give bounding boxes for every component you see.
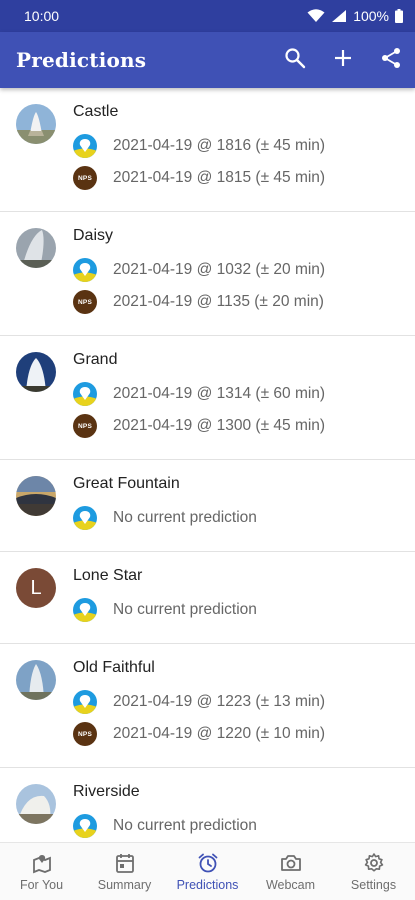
prediction-row: 2021-04-19 @ 1223 (± 13 min) bbox=[73, 686, 403, 718]
nav-predictions[interactable]: Predictions bbox=[166, 843, 249, 900]
search-button[interactable] bbox=[271, 36, 319, 84]
prediction-text: No current prediction bbox=[113, 601, 257, 618]
nps-icon: NPS bbox=[73, 166, 97, 190]
geyser-photo-old-faithful bbox=[16, 660, 56, 700]
nav-for-you[interactable]: For You bbox=[0, 843, 83, 900]
nps-icon: NPS bbox=[73, 290, 97, 314]
prediction-text: 2021-04-19 @ 1223 (± 13 min) bbox=[113, 693, 326, 710]
geyser-name: Grand bbox=[73, 351, 118, 368]
prediction-text: No current prediction bbox=[113, 509, 257, 526]
geyser-times-icon bbox=[73, 506, 97, 530]
geyser-name: Castle bbox=[73, 103, 119, 120]
signal-icon bbox=[331, 9, 347, 23]
nav-label: For You bbox=[19, 877, 64, 892]
geyser-times-icon bbox=[73, 258, 97, 282]
prediction-row: No current prediction bbox=[73, 502, 403, 534]
geyser-item-great-fountain[interactable]: Great Fountain No current prediction bbox=[0, 460, 415, 552]
geyser-photo-riverside bbox=[16, 784, 56, 824]
nav-label: Summary bbox=[97, 877, 152, 892]
prediction-list[interactable]: Castle 2021-04-19 @ 1816 (± 45 min) NPS … bbox=[0, 88, 415, 842]
wifi-icon bbox=[307, 9, 325, 23]
geyser-item-daisy[interactable]: Daisy 2021-04-19 @ 1032 (± 20 min) NPS 2… bbox=[0, 212, 415, 336]
geyser-photo-great-fountain bbox=[16, 476, 56, 516]
geyser-item-old-faithful[interactable]: Old Faithful 2021-04-19 @ 1223 (± 13 min… bbox=[0, 644, 415, 768]
nav-webcam[interactable]: Webcam bbox=[249, 843, 332, 900]
geyser-item-riverside[interactable]: Riverside No current prediction bbox=[0, 768, 415, 842]
geyser-times-icon bbox=[73, 598, 97, 622]
nps-icon: NPS bbox=[73, 722, 97, 746]
status-time: 10:00 bbox=[24, 8, 60, 24]
app-bar: Predictions bbox=[0, 32, 415, 88]
alarm-clock-icon bbox=[197, 852, 219, 874]
geyser-photo-grand bbox=[16, 352, 56, 392]
geyser-times-icon bbox=[73, 814, 97, 838]
add-button[interactable] bbox=[319, 36, 367, 84]
geyser-item-castle[interactable]: Castle 2021-04-19 @ 1816 (± 45 min) NPS … bbox=[0, 88, 415, 212]
prediction-text: 2021-04-19 @ 1032 (± 20 min) bbox=[113, 261, 326, 278]
prediction-row: 2021-04-19 @ 1816 (± 45 min) bbox=[73, 130, 403, 162]
plus-icon bbox=[333, 48, 353, 73]
gear-icon bbox=[363, 852, 385, 874]
prediction-row: No current prediction bbox=[73, 810, 403, 842]
prediction-text: 2021-04-19 @ 1816 (± 45 min) bbox=[113, 137, 326, 154]
geyser-name: Riverside bbox=[73, 783, 140, 800]
geyser-photo-castle bbox=[16, 104, 56, 144]
battery-icon bbox=[395, 9, 403, 23]
status-icons: 100% bbox=[307, 8, 403, 24]
geyser-name: Daisy bbox=[73, 227, 114, 244]
status-bar: 10:00 100% bbox=[0, 0, 415, 32]
prediction-row: NPS 2021-04-19 @ 1220 (± 10 min) bbox=[73, 718, 403, 750]
battery-percent: 100% bbox=[353, 8, 389, 24]
camera-icon bbox=[280, 852, 302, 874]
geyser-item-lone-star[interactable]: L Lone Star No current prediction bbox=[0, 552, 415, 644]
geyser-times-icon bbox=[73, 134, 97, 158]
nav-label: Webcam bbox=[265, 877, 316, 892]
page-title: Predictions bbox=[16, 48, 147, 72]
geyser-times-icon bbox=[73, 382, 97, 406]
prediction-row: NPS 2021-04-19 @ 1815 (± 45 min) bbox=[73, 162, 403, 194]
prediction-text: 2021-04-19 @ 1220 (± 10 min) bbox=[113, 725, 326, 742]
nav-settings[interactable]: Settings bbox=[332, 843, 415, 900]
geyser-photo-daisy bbox=[16, 228, 56, 268]
geyser-name: Lone Star bbox=[73, 567, 143, 584]
search-icon bbox=[284, 47, 306, 74]
bottom-navigation: For You Summary Predictions Webcam Setti… bbox=[0, 842, 415, 900]
map-pin-icon bbox=[31, 852, 53, 874]
prediction-row: 2021-04-19 @ 1314 (± 60 min) bbox=[73, 378, 403, 410]
prediction-text: 2021-04-19 @ 1815 (± 45 min) bbox=[113, 169, 326, 186]
nps-icon: NPS bbox=[73, 414, 97, 438]
prediction-text: No current prediction bbox=[113, 817, 257, 834]
calendar-icon bbox=[114, 852, 136, 874]
geyser-times-icon bbox=[73, 690, 97, 714]
geyser-item-grand[interactable]: Grand 2021-04-19 @ 1314 (± 60 min) NPS 2… bbox=[0, 336, 415, 460]
geyser-name: Old Faithful bbox=[73, 659, 155, 676]
prediction-row: No current prediction bbox=[73, 594, 403, 626]
share-button[interactable] bbox=[367, 36, 415, 84]
nav-label: Settings bbox=[350, 877, 397, 892]
prediction-row: NPS 2021-04-19 @ 1300 (± 45 min) bbox=[73, 410, 403, 442]
geyser-avatar-letter: L bbox=[16, 568, 56, 608]
nav-summary[interactable]: Summary bbox=[83, 843, 166, 900]
prediction-text: 2021-04-19 @ 1135 (± 20 min) bbox=[113, 293, 324, 310]
share-icon bbox=[380, 47, 402, 74]
prediction-text: 2021-04-19 @ 1300 (± 45 min) bbox=[113, 417, 326, 434]
geyser-name: Great Fountain bbox=[73, 475, 180, 492]
prediction-row: NPS 2021-04-19 @ 1135 (± 20 min) bbox=[73, 286, 403, 318]
nav-label: Predictions bbox=[176, 877, 239, 892]
prediction-text: 2021-04-19 @ 1314 (± 60 min) bbox=[113, 385, 326, 402]
prediction-row: 2021-04-19 @ 1032 (± 20 min) bbox=[73, 254, 403, 286]
